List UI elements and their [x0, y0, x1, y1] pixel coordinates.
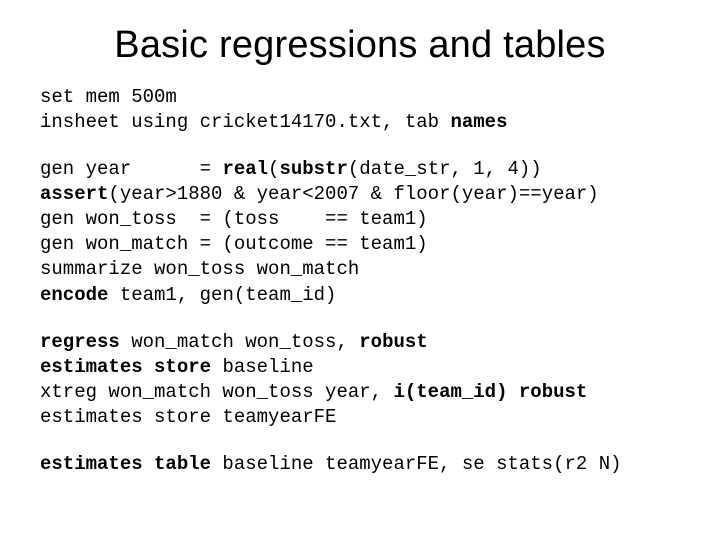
code-block-3: regress won_match won_toss, robust estim…	[40, 330, 680, 430]
slide: Basic regressions and tables set mem 500…	[0, 0, 720, 540]
code-line: gen year =	[40, 158, 222, 180]
slide-title: Basic regressions and tables	[40, 24, 680, 67]
code-line: xtreg won_match won_toss year,	[40, 381, 393, 403]
code-line: summarize won_toss won_match	[40, 258, 359, 280]
code-line: insheet using cricket14170.txt, tab	[40, 111, 450, 133]
code-bold: real	[222, 158, 268, 180]
code-bold: encode	[40, 284, 108, 306]
code-line: team1, gen(team_id)	[108, 284, 336, 306]
code-block-1: set mem 500m insheet using cricket14170.…	[40, 85, 680, 135]
code-bold: estimates table	[40, 453, 211, 475]
code-line: (	[268, 158, 279, 180]
code-line: gen won_match = (outcome == team1)	[40, 233, 428, 255]
code-line: won_match won_toss,	[120, 331, 359, 353]
code-line: (year>1880 & year<2007 & floor(year)==ye…	[108, 183, 598, 205]
code-bold: estimates store	[40, 356, 222, 378]
code-bold: substr	[279, 158, 347, 180]
code-line: estimates store teamyearFE	[40, 406, 336, 428]
code-line: baseline teamyearFE, se stats(r2 N)	[211, 453, 621, 475]
code-bold: regress	[40, 331, 120, 353]
code-bold: robust	[359, 331, 427, 353]
code-bold: i(team_id) robust	[393, 381, 587, 403]
code-bold: names	[450, 111, 507, 133]
code-bold: assert	[40, 183, 108, 205]
code-line: gen won_toss = (toss == team1)	[40, 208, 428, 230]
code-line: (date_str, 1, 4))	[348, 158, 542, 180]
code-block-4: estimates table baseline teamyearFE, se …	[40, 452, 680, 477]
code-block-2: gen year = real(substr(date_str, 1, 4)) …	[40, 157, 680, 307]
code-line: set mem 500m	[40, 86, 177, 108]
code-line: baseline	[222, 356, 313, 378]
